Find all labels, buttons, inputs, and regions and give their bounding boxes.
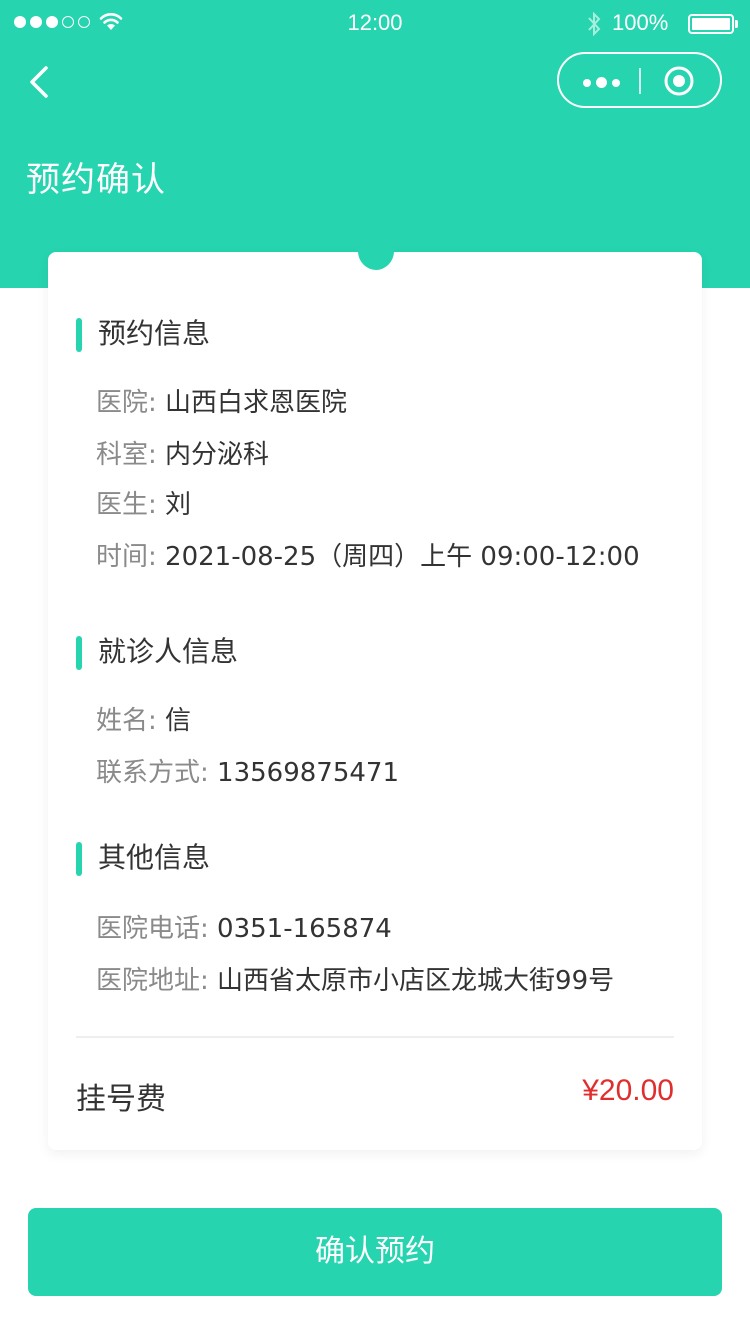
time-label: 时间:: [96, 542, 157, 572]
more-dots-icon[interactable]: [583, 77, 620, 88]
appointment-section: 预约信息: [76, 314, 676, 354]
doctor-row: 医生: 刘: [96, 484, 191, 521]
hospital-row: 医院: 山西白求恩医院: [96, 382, 347, 419]
battery-percent: 100%: [612, 10, 669, 35]
contact-label: 联系方式:: [96, 758, 209, 788]
doctor-label: 医生:: [96, 490, 157, 520]
section-title-other: 其他信息: [76, 838, 676, 878]
hospital-phone-row: 医院电话: 0351-165874: [96, 908, 392, 945]
mini-program-capsule: [557, 52, 722, 108]
hospital-address-row: 医院地址: 山西省太原市小店区龙城大街99号: [96, 960, 614, 997]
fee-value: ¥20.00: [582, 1074, 674, 1107]
card-notch: [358, 232, 394, 270]
department-label: 科室:: [96, 440, 157, 470]
fee-label: 挂号费: [76, 1082, 166, 1117]
hospital-address-value: 山西省太原市小店区龙城大街99号: [217, 966, 615, 996]
department-row: 科室: 内分泌科: [96, 434, 269, 471]
capsule-divider: [639, 68, 641, 94]
appointment-card: 预约信息 医院: 山西白求恩医院 科室: 内分泌科 医生: 刘 时间: 2021…: [48, 232, 702, 1150]
battery-icon: [688, 14, 738, 34]
patient-name-label: 姓名:: [96, 706, 157, 736]
hospital-phone-label: 医院电话:: [96, 914, 209, 944]
hospital-address-label: 医院地址:: [96, 966, 209, 996]
patient-section: 就诊人信息: [76, 632, 676, 672]
department-value: 内分泌科: [165, 440, 270, 470]
hospital-label: 医院:: [96, 388, 157, 418]
patient-name-row: 姓名: 信: [96, 700, 191, 737]
hospital-value: 山西白求恩医院: [165, 388, 348, 418]
confirm-appointment-button[interactable]: 确认预约: [28, 1208, 722, 1296]
divider: [76, 1036, 674, 1038]
doctor-value: 刘: [165, 490, 192, 520]
time-value: 2021-08-25（周四）上午 09:00-12:00: [165, 542, 640, 572]
time-row: 时间: 2021-08-25（周四）上午 09:00-12:00: [96, 536, 640, 573]
contact-row: 联系方式: 13569875471: [96, 752, 399, 789]
status-bar: 12:00 100%: [0, 0, 750, 48]
patient-name-value: 信: [165, 706, 192, 736]
section-title-appointment: 预约信息: [76, 314, 676, 354]
bluetooth-icon: [588, 11, 601, 37]
section-title-patient: 就诊人信息: [76, 632, 676, 672]
target-icon[interactable]: [663, 65, 695, 97]
hospital-phone-value: 0351-165874: [217, 914, 392, 944]
other-section: 其他信息: [76, 838, 676, 878]
page-title: 预约确认: [26, 160, 166, 200]
chevron-left-icon[interactable]: [22, 62, 62, 102]
contact-value: 13569875471: [217, 758, 399, 788]
